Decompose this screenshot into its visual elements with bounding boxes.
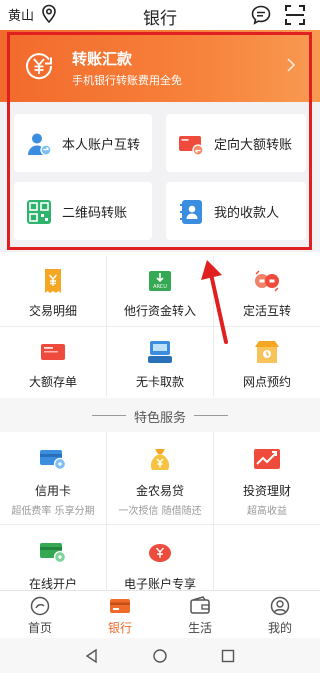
grid-label: 投资理财 bbox=[242, 484, 291, 498]
card-label: 我的收款人 bbox=[214, 206, 280, 221]
tab-label: 生活 bbox=[187, 621, 212, 635]
grid-label: 金农易贷 bbox=[135, 484, 184, 498]
loan-bag-icon bbox=[150, 449, 170, 470]
grid-label: 网点预约 bbox=[242, 375, 291, 389]
page-title: 银行 bbox=[143, 9, 177, 29]
piggy-bank-icon bbox=[149, 544, 171, 562]
banner-title: 转账汇款 bbox=[72, 50, 133, 68]
grid-item-transaction-details[interactable]: 交易明细 bbox=[0, 256, 106, 326]
grid-item-jinnong-loan[interactable]: 金农易贷 一次授信 随借随还 bbox=[107, 432, 213, 524]
grid-item-e-account-exclusive[interactable]: 电子账户专享 bbox=[107, 525, 213, 590]
card-label: 本人账户互转 bbox=[62, 138, 141, 153]
grid-empty-cell bbox=[214, 525, 320, 590]
recents-square-icon[interactable] bbox=[220, 648, 236, 664]
tab-home[interactable]: 首页 bbox=[0, 591, 80, 639]
grid-item-large-deposit[interactable]: 大额存单 bbox=[0, 327, 106, 397]
card-label: 定向大额转账 bbox=[214, 138, 293, 153]
system-nav-bar bbox=[0, 638, 320, 673]
grid-sublabel: 超高收益 bbox=[247, 506, 287, 517]
arcu-inbound-icon: ARCU bbox=[149, 271, 171, 291]
grid-item-credit-card[interactable]: 信用卡 超低费率 乐享分期 bbox=[0, 432, 106, 524]
wallet-icon bbox=[190, 596, 210, 614]
grid-divider bbox=[106, 432, 107, 590]
grid-label: 信用卡 bbox=[34, 484, 71, 498]
chevron-right-icon bbox=[287, 58, 296, 72]
card-directed-large-transfer[interactable]: 定向大额转账 bbox=[166, 114, 306, 172]
bank-card-icon bbox=[110, 599, 130, 613]
grid-label: 交易明细 bbox=[28, 304, 77, 318]
top-bar: 黄山 银行 bbox=[0, 0, 320, 30]
large-transfer-card-icon bbox=[179, 136, 204, 156]
back-triangle-icon[interactable] bbox=[84, 648, 100, 664]
scan-icon[interactable] bbox=[284, 4, 306, 26]
home-circle-icon[interactable] bbox=[152, 648, 168, 664]
tab-life[interactable]: 生活 bbox=[160, 591, 240, 639]
card-own-account-transfer[interactable]: 本人账户互转 bbox=[14, 114, 152, 172]
cardless-atm-icon bbox=[148, 341, 172, 363]
fixed-current-swap-icon bbox=[255, 270, 279, 292]
profile-icon bbox=[270, 596, 290, 616]
user-transfer-icon bbox=[28, 133, 52, 156]
card-my-payees[interactable]: 我的收款人 bbox=[166, 182, 306, 240]
branch-store-icon bbox=[255, 341, 279, 363]
section-title: 特色服务 bbox=[133, 411, 186, 426]
grid-divider bbox=[0, 524, 320, 525]
deposit-certificate-icon bbox=[41, 344, 65, 360]
grid-divider bbox=[213, 432, 214, 590]
card-label: 二维码转账 bbox=[62, 206, 128, 221]
section-divider bbox=[194, 415, 228, 416]
tab-label: 首页 bbox=[27, 621, 52, 635]
banner-subtitle: 手机银行转账费用全免 bbox=[72, 74, 182, 87]
payee-book-icon bbox=[180, 200, 202, 224]
credit-card-icon bbox=[40, 450, 67, 471]
tab-bank[interactable]: 银行 bbox=[80, 591, 160, 639]
transfer-banner[interactable]: 转账汇款 手机银行转账费用全免 bbox=[0, 30, 320, 102]
yen-transfer-icon bbox=[26, 53, 53, 80]
grid-item-online-account[interactable]: 在线开户 bbox=[0, 525, 106, 590]
annotation-arrow-icon bbox=[201, 260, 228, 344]
grid-item-investment[interactable]: 投资理财 超高收益 bbox=[214, 432, 320, 524]
grid-sublabel: 超低费率 乐享分期 bbox=[11, 506, 95, 517]
home-icon bbox=[30, 596, 50, 616]
grid-divider bbox=[0, 326, 320, 327]
grid-label: 无卡取款 bbox=[135, 375, 184, 389]
grid-label: 大额存单 bbox=[28, 375, 77, 389]
card-qr-transfer[interactable]: 二维码转账 bbox=[14, 182, 152, 240]
tab-mine[interactable]: 我的 bbox=[240, 591, 320, 639]
investment-chart-icon bbox=[254, 449, 280, 469]
grid-label: 在线开户 bbox=[28, 577, 77, 590]
tab-label: 我的 bbox=[267, 621, 292, 635]
qr-code-icon bbox=[27, 200, 51, 224]
message-icon[interactable] bbox=[250, 4, 272, 26]
grid-sublabel: 一次授信 随借随还 bbox=[118, 506, 202, 517]
featured-section-header: 特色服务 bbox=[0, 398, 320, 432]
online-account-icon bbox=[40, 543, 67, 564]
svg-text:ARCU: ARCU bbox=[153, 284, 167, 290]
receipt-yen-icon bbox=[45, 269, 61, 293]
tab-label: 银行 bbox=[107, 621, 132, 635]
bottom-tab-bar: 首页 银行 生活 我的 bbox=[0, 590, 320, 638]
grid-label: 电子账户专享 bbox=[123, 577, 196, 590]
